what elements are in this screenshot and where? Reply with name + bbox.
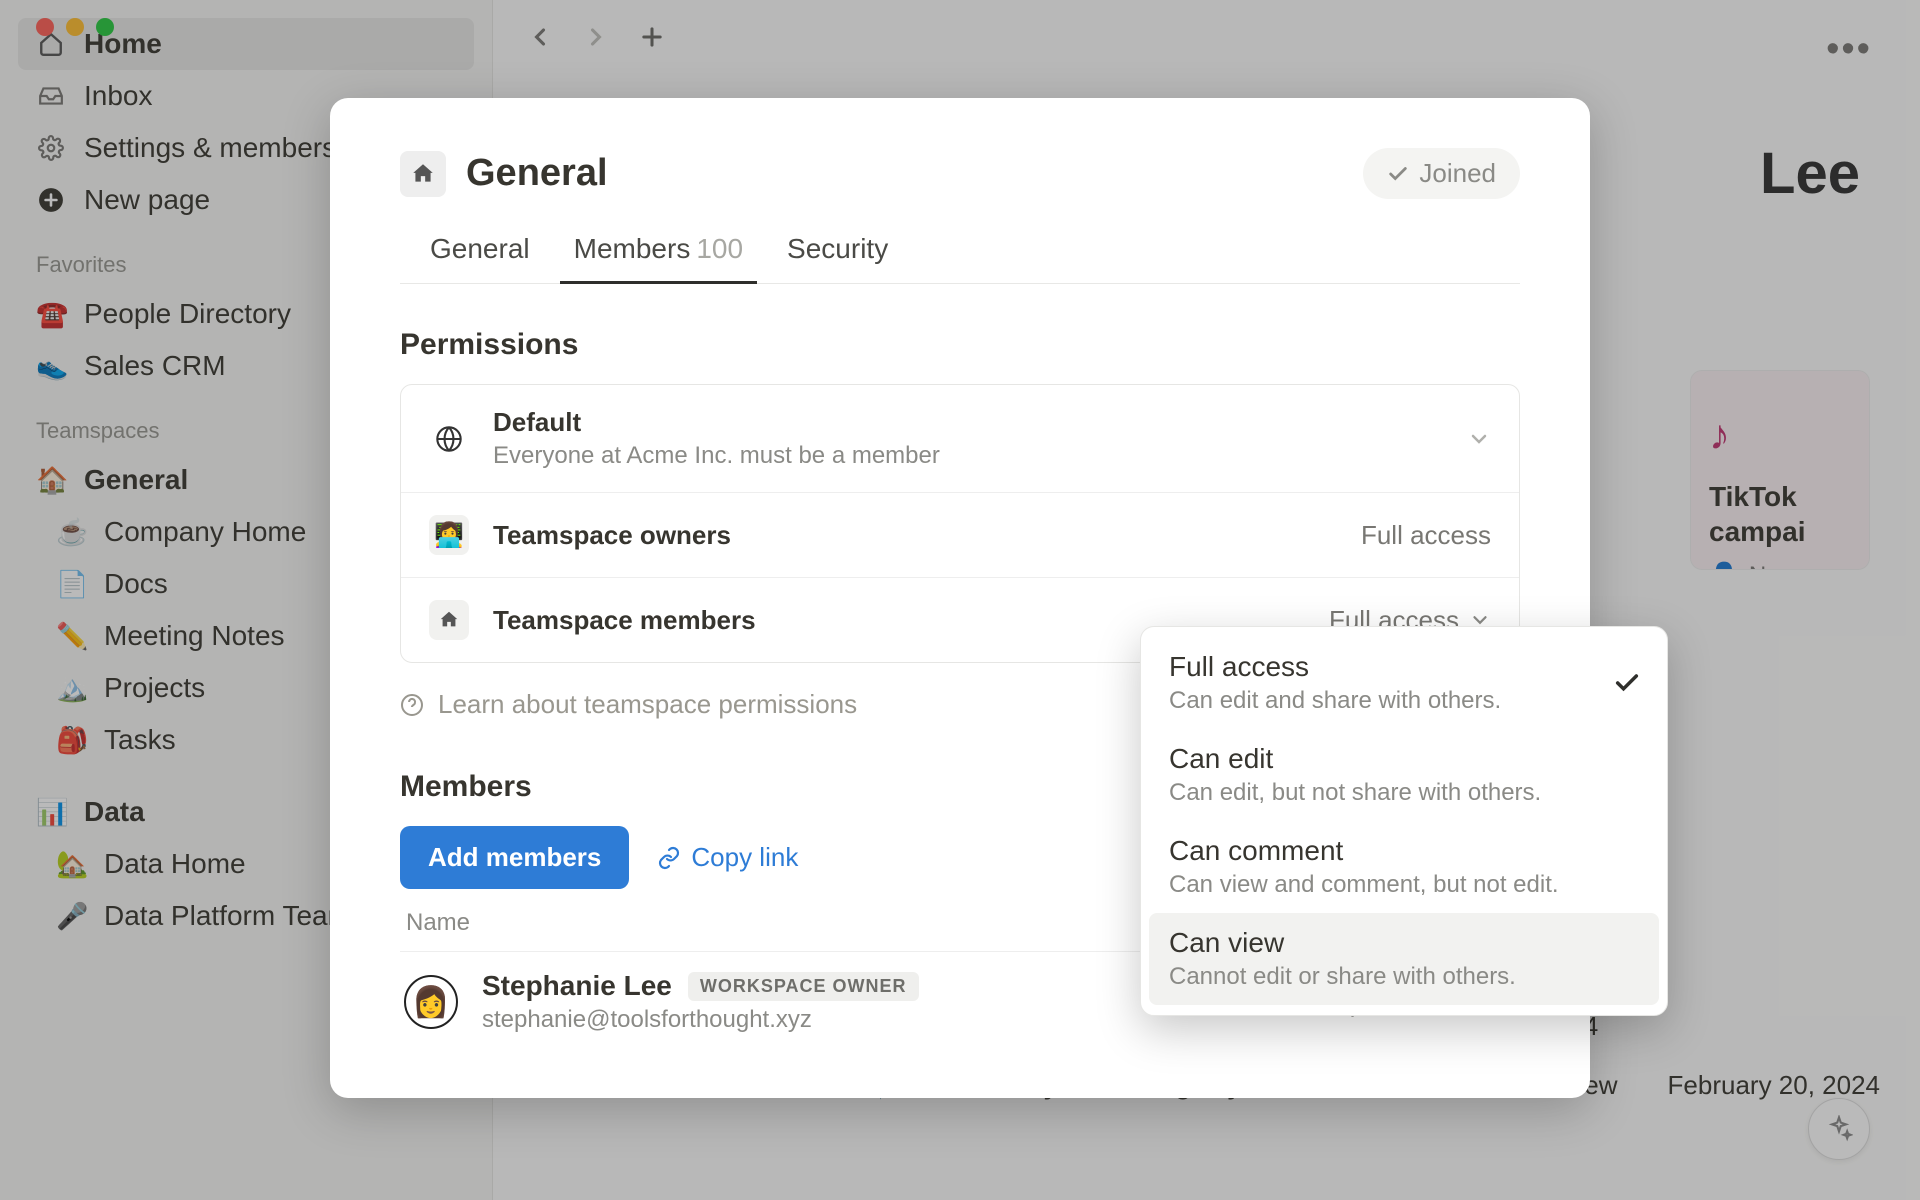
member-email: stephanie@toolsforthought.xyz bbox=[482, 1006, 919, 1034]
option-can-view[interactable]: Can view Cannot edit or share with other… bbox=[1149, 913, 1659, 1005]
option-can-edit[interactable]: Can edit Can edit, but not share with ot… bbox=[1149, 729, 1659, 821]
tab-general[interactable]: General bbox=[430, 233, 530, 283]
option-full-access[interactable]: Full access Can edit and share with othe… bbox=[1149, 637, 1659, 729]
add-members-button[interactable]: Add members bbox=[400, 826, 629, 889]
house-icon bbox=[429, 600, 469, 640]
tab-security[interactable]: Security bbox=[787, 233, 888, 283]
member-avatar[interactable]: 👩 bbox=[404, 975, 458, 1029]
permissions-heading: Permissions bbox=[400, 328, 1520, 362]
permission-owners: 👩‍💻 Teamspace owners Full access bbox=[401, 493, 1519, 578]
owner-avatar-icon: 👩‍💻 bbox=[429, 515, 469, 555]
tab-members[interactable]: Members100 bbox=[574, 233, 743, 283]
copy-link-button[interactable]: Copy link bbox=[657, 842, 798, 873]
col-name: Name bbox=[406, 909, 470, 937]
permissions-box: Default Everyone at Acme Inc. must be a … bbox=[400, 384, 1520, 663]
globe-icon bbox=[429, 419, 469, 459]
member-name: Stephanie Lee bbox=[482, 970, 672, 1002]
option-can-comment[interactable]: Can comment Can view and comment, but no… bbox=[1149, 821, 1659, 913]
chevron-down-icon bbox=[1467, 427, 1491, 451]
joined-status[interactable]: Joined bbox=[1363, 148, 1520, 199]
permission-default[interactable]: Default Everyone at Acme Inc. must be a … bbox=[401, 385, 1519, 493]
owners-access-level: Full access bbox=[1361, 520, 1491, 551]
teamspace-icon[interactable] bbox=[400, 151, 446, 197]
access-level-dropdown: Full access Can edit and share with othe… bbox=[1140, 626, 1668, 1016]
modal-title: General bbox=[466, 152, 608, 195]
modal-tabs: General Members100 Security bbox=[400, 233, 1520, 284]
check-icon bbox=[1613, 669, 1641, 697]
workspace-owner-badge: WORKSPACE OWNER bbox=[688, 972, 919, 1001]
